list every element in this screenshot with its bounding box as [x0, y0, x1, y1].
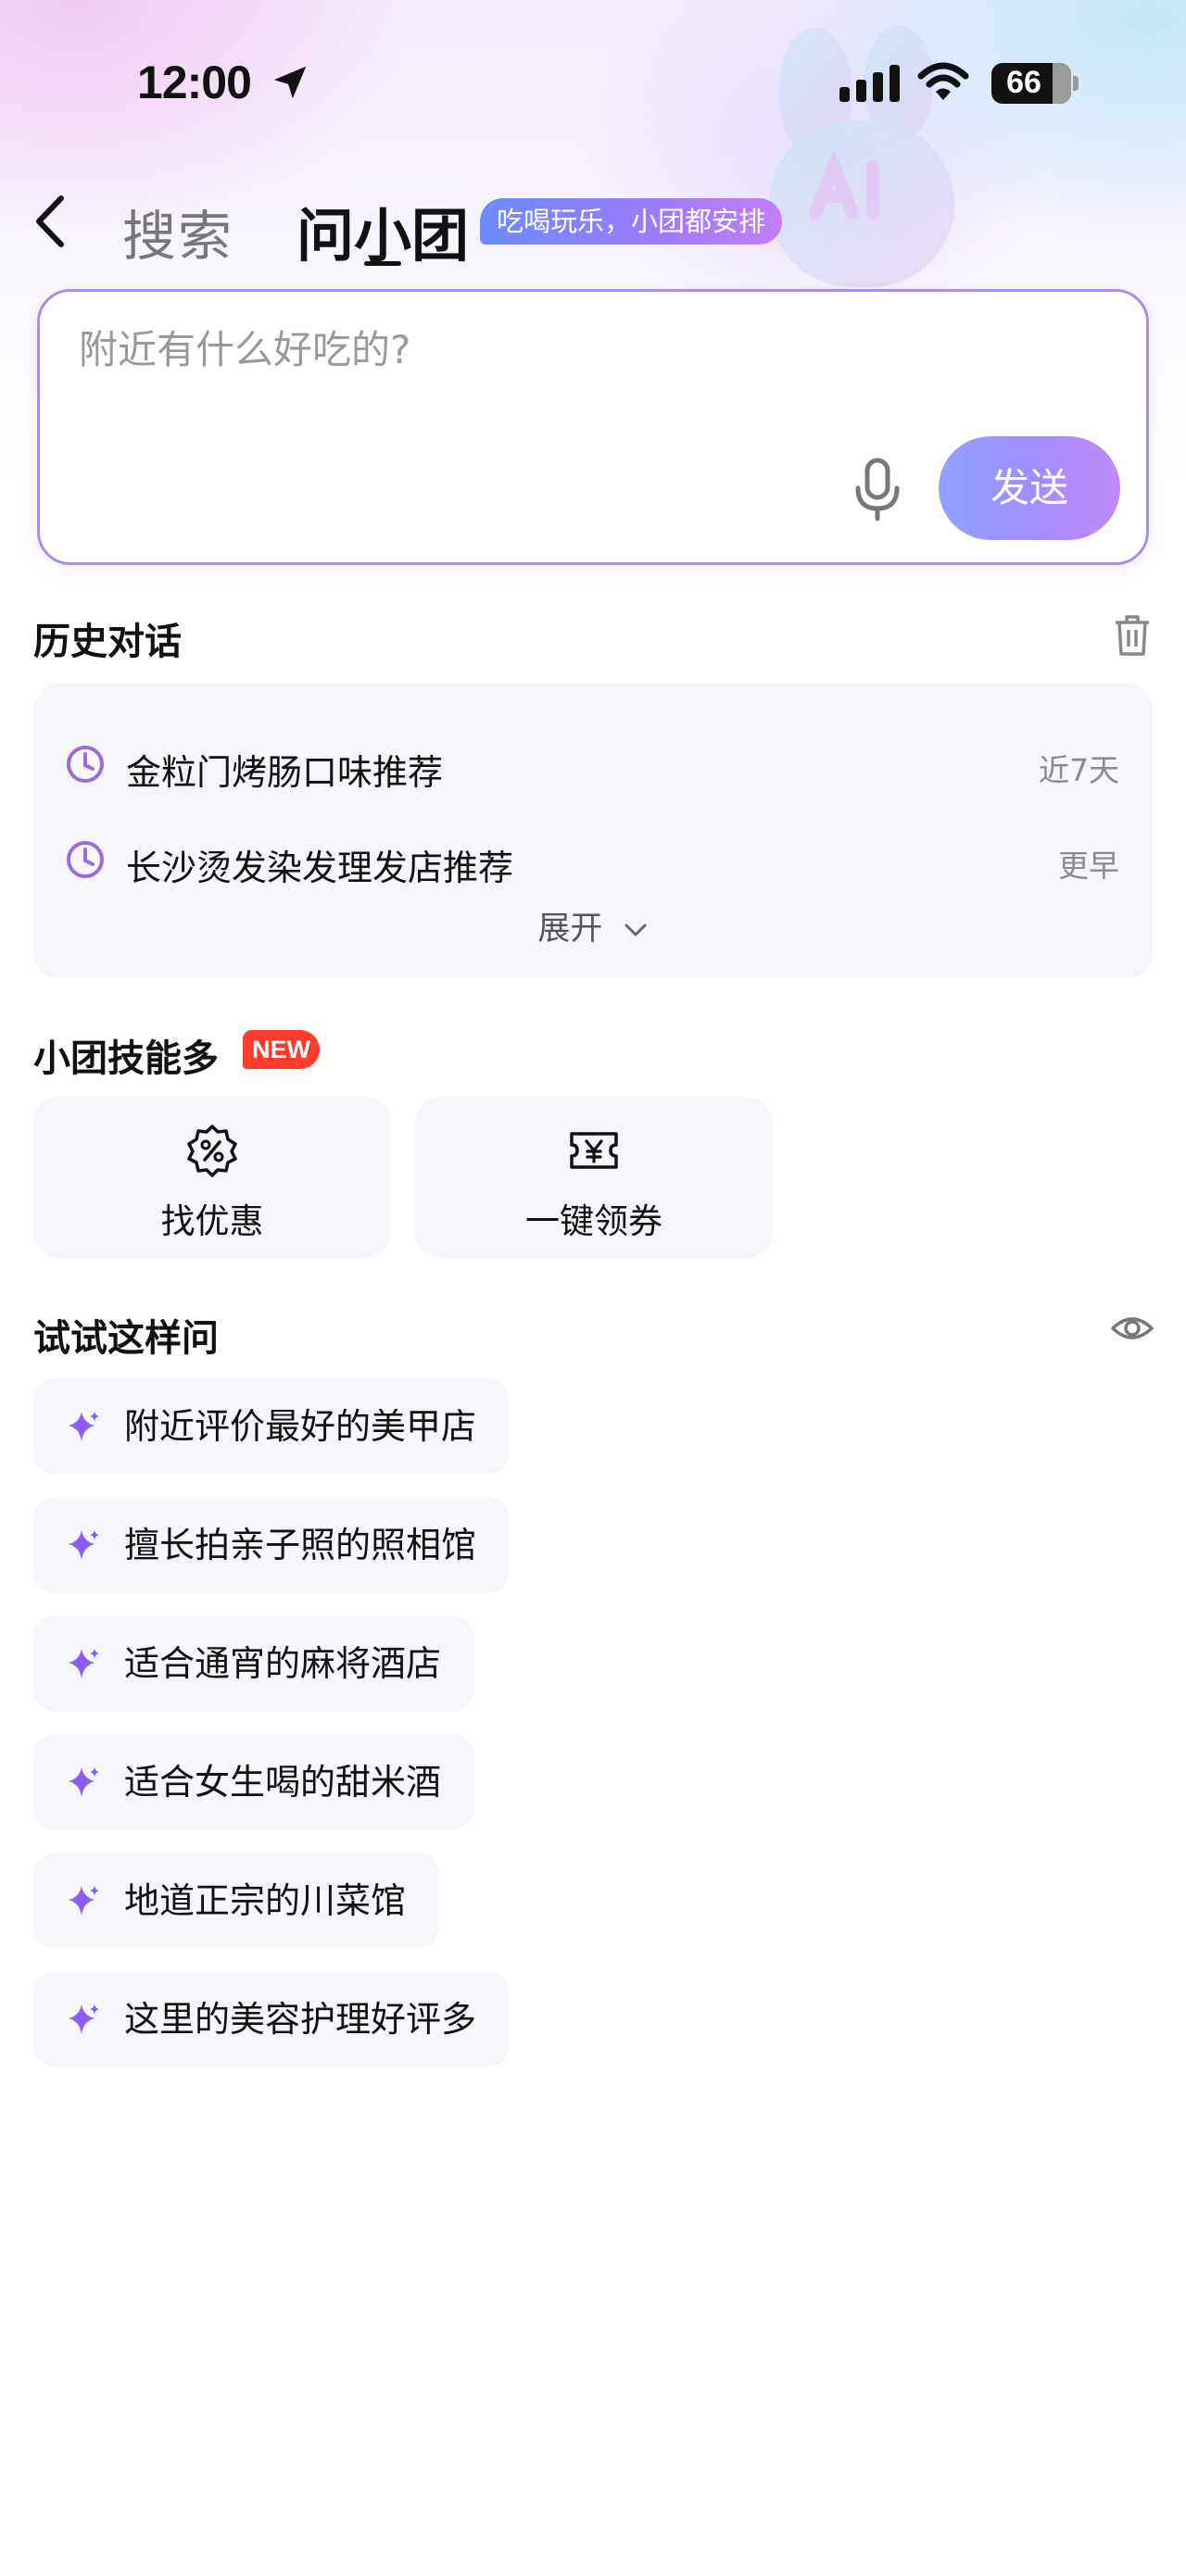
suggestion-chip[interactable]: 适合女生喝的甜米酒 — [33, 1734, 475, 1830]
sparkle-icon — [69, 1530, 99, 1560]
history-item-text: 金粒门烤肠口味推荐 — [126, 752, 444, 793]
clock-icon — [67, 841, 104, 878]
history-item-text: 长沙烫发染发理发店推荐 — [126, 848, 514, 888]
sparkle-icon — [69, 1412, 99, 1441]
suggestion-chip[interactable]: 擅长拍亲子照的照相馆 — [33, 1497, 511, 1593]
battery-icon: 66 — [991, 63, 1071, 104]
sparkle-icon — [69, 1649, 99, 1678]
expand-label: 展开 — [537, 911, 603, 948]
history-card: 金粒门烤肠口味推荐 近7天 长沙烫发染发理发店推荐 更早 展开 — [33, 684, 1153, 978]
active-tab-indicator — [364, 261, 401, 266]
suggestion-chip[interactable]: 这里的美容护理好评多 — [33, 1971, 511, 2067]
wifi-icon — [917, 62, 969, 100]
history-section-title: 历史对话 — [33, 621, 182, 663]
history-item-time: 近7天 — [1039, 752, 1119, 788]
top-navigation: 搜索 问小团 吃喝玩乐，小团都安排 — [0, 176, 1186, 272]
suggestion-chip[interactable]: 地道正宗的川菜馆 — [33, 1853, 440, 1949]
sparkle-icon — [69, 1767, 99, 1797]
suggestion-chip[interactable]: 附近评价最好的美甲店 — [33, 1378, 511, 1475]
sparkle-icon — [69, 2004, 99, 2034]
clock-icon — [67, 746, 104, 783]
suggestion-text: 附近评价最好的美甲店 — [124, 1406, 477, 1447]
skill-find-discount[interactable]: 找优惠 — [33, 1097, 391, 1258]
suggestion-text: 这里的美容护理好评多 — [124, 1999, 477, 2040]
suggestion-text: 适合女生喝的甜米酒 — [124, 1762, 442, 1803]
location-arrow-icon — [273, 66, 307, 99]
history-item-time: 更早 — [1058, 848, 1119, 884]
battery-indicator: 66 — [991, 63, 1079, 104]
microphone-icon[interactable] — [850, 457, 905, 521]
suggestions-section-title: 试试这样问 — [33, 1317, 219, 1360]
discount-percent-icon — [187, 1125, 237, 1177]
skills-section-title: 小团技能多 — [33, 1037, 219, 1080]
tab-search[interactable]: 搜索 — [122, 193, 233, 270]
question-input[interactable] — [79, 327, 1005, 372]
back-arrow-icon[interactable] — [28, 191, 74, 252]
chevron-down-icon — [625, 924, 647, 936]
coupon-yen-icon — [570, 1132, 618, 1169]
history-item[interactable]: 长沙烫发染发理发店推荐 更早 — [33, 823, 1153, 897]
question-input-box: 发送 — [37, 289, 1149, 565]
history-item[interactable]: 金粒门烤肠口味推荐 近7天 — [33, 727, 1153, 801]
suggestion-text: 擅长拍亲子照的照相馆 — [124, 1525, 477, 1565]
send-button[interactable]: 发送 — [939, 436, 1120, 540]
suggestion-text: 地道正宗的川菜馆 — [124, 1880, 407, 1921]
signal-icon — [839, 65, 900, 102]
sparkle-icon — [69, 1886, 99, 1916]
slogan-badge: 吃喝玩乐，小团都安排 — [480, 198, 783, 245]
skill-label: 一键领券 — [525, 1201, 662, 1241]
skill-label: 找优惠 — [160, 1201, 264, 1241]
trash-icon[interactable] — [1112, 613, 1153, 658]
skill-get-coupon[interactable]: 一键领券 — [415, 1097, 773, 1258]
status-time: 12:00 — [137, 57, 252, 108]
tab-ask-xiaotuan[interactable]: 问小团 — [296, 189, 469, 272]
new-badge: NEW — [243, 1030, 320, 1069]
expand-history-button[interactable]: 展开 — [33, 902, 1153, 949]
eye-icon[interactable] — [1110, 1306, 1154, 1351]
battery-level: 66 — [1006, 65, 1041, 100]
status-bar: 12:00 66 — [0, 48, 1186, 122]
suggestion-text: 适合通宵的麻将酒店 — [124, 1643, 442, 1684]
suggestion-chip[interactable]: 适合通宵的麻将酒店 — [33, 1615, 475, 1712]
